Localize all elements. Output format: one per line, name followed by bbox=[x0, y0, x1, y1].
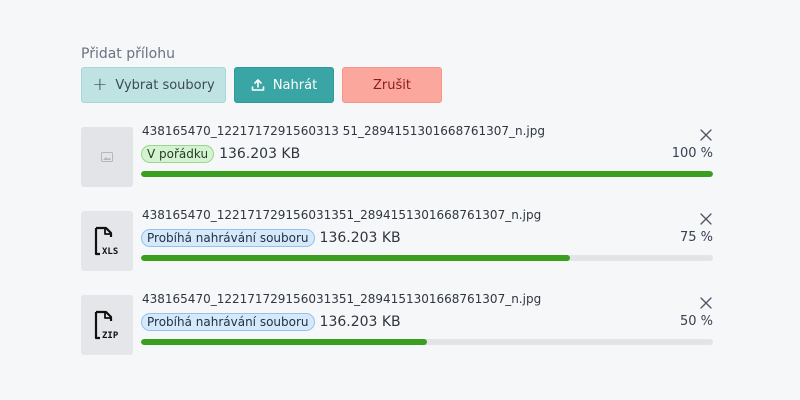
zip-file-icon: ZIP bbox=[94, 310, 119, 341]
upload-title: Přidat přílohu bbox=[81, 46, 175, 62]
svg-text:XLS: XLS bbox=[102, 247, 118, 257]
remove-file-button[interactable] bbox=[697, 126, 715, 144]
file-name: 438165470_1221717291560313 51_2894151301… bbox=[142, 124, 546, 138]
progress-percent: 100 % bbox=[671, 146, 713, 161]
file-size: 136.203 KB bbox=[319, 314, 401, 330]
file-item: ZIP 438165470_122171729156031351_2894151… bbox=[81, 292, 715, 355]
upload-label: Nahrát bbox=[272, 77, 318, 93]
progress-bar bbox=[141, 339, 713, 345]
progress-percent: 75 % bbox=[679, 230, 713, 245]
file-item: 438165470_1221717291560313 51_2894151301… bbox=[81, 124, 715, 187]
file-thumbnail bbox=[81, 127, 133, 187]
select-files-label: Vybrat soubory bbox=[115, 77, 215, 93]
svg-text:ZIP: ZIP bbox=[102, 331, 119, 341]
close-icon bbox=[700, 129, 712, 141]
status-badge: V pořádku bbox=[141, 145, 215, 163]
file-meta: V pořádku 136.203 KB bbox=[141, 145, 300, 163]
file-list: 438165470_1221717291560313 51_2894151301… bbox=[81, 124, 715, 355]
progress-bar bbox=[141, 255, 713, 261]
close-icon bbox=[700, 213, 712, 225]
file-name: 438165470_122171729156031351_28941513016… bbox=[142, 208, 542, 222]
plus-icon: + bbox=[92, 74, 108, 95]
progress-bar-fill bbox=[141, 255, 570, 261]
upload-icon bbox=[251, 79, 265, 91]
progress-bar-fill bbox=[141, 171, 713, 177]
file-name: 438165470_122171729156031351_28941513016… bbox=[142, 292, 542, 306]
file-thumbnail: ZIP bbox=[81, 295, 133, 355]
progress-bar-fill bbox=[141, 339, 427, 345]
file-size: 136.203 KB bbox=[219, 146, 301, 162]
remove-file-button[interactable] bbox=[697, 210, 715, 228]
close-icon bbox=[700, 297, 712, 309]
status-badge: Probíhá nahrávání souboru bbox=[141, 229, 315, 247]
cancel-label: Zrušit bbox=[373, 77, 411, 93]
upload-button[interactable]: Nahrát bbox=[234, 67, 334, 103]
file-meta: Probíhá nahrávání souboru 136.203 KB bbox=[141, 313, 401, 331]
remove-file-button[interactable] bbox=[697, 294, 715, 312]
upload-toolbar: + Vybrat soubory Nahrát Zrušit bbox=[81, 67, 713, 103]
cancel-button[interactable]: Zrušit bbox=[342, 67, 442, 103]
select-files-button[interactable]: + Vybrat soubory bbox=[81, 67, 226, 103]
progress-bar bbox=[141, 171, 713, 177]
file-thumbnail: XLS bbox=[81, 211, 133, 271]
file-upload-panel: Přidat přílohu + Vybrat soubory Nahrát Z… bbox=[81, 44, 713, 379]
file-size: 136.203 KB bbox=[319, 230, 401, 246]
file-item: XLS 438165470_122171729156031351_2894151… bbox=[81, 208, 715, 271]
image-icon bbox=[101, 152, 113, 162]
status-badge: Probíhá nahrávání souboru bbox=[141, 313, 315, 331]
xls-file-icon: XLS bbox=[94, 226, 118, 257]
progress-percent: 50 % bbox=[679, 314, 713, 329]
file-meta: Probíhá nahrávání souboru 136.203 KB bbox=[141, 229, 401, 247]
